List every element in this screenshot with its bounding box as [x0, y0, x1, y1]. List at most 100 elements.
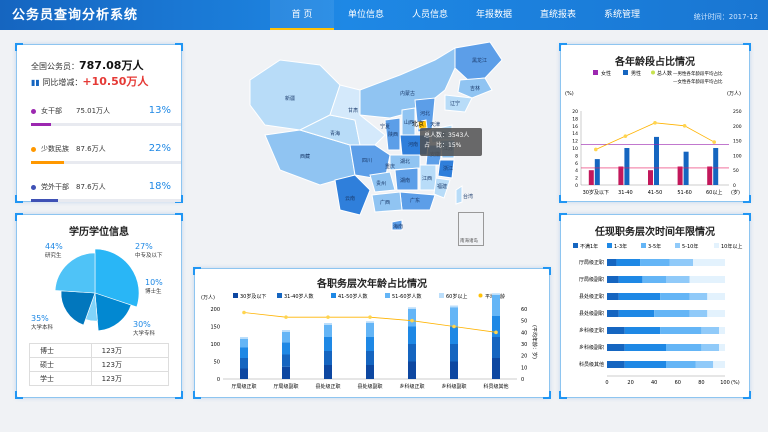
map-label: 台湾: [463, 193, 473, 200]
summary-item-value: 75.01万人: [76, 107, 111, 115]
tooltip-count: 总人数：3543人: [424, 132, 470, 139]
tenure-segment: [607, 293, 619, 300]
stack-segment: [366, 321, 374, 323]
avg-age-point: [326, 315, 330, 319]
legend-label: 10年以上: [721, 243, 742, 250]
y-right-label: (万人): [727, 91, 741, 97]
y-left-label: (万人): [201, 295, 215, 301]
y-left-tick: 6: [575, 161, 578, 167]
nav-personnel[interactable]: 人员信息: [398, 0, 462, 30]
stack-segment: [408, 361, 416, 379]
tenure-segment: [618, 310, 655, 317]
tenure-segment: [624, 361, 666, 368]
tenure-segment: [607, 361, 625, 368]
age-chart-svg: 女性 男性 总人数 —男性各年龄段平均占比—女性各年龄段平均占比(%) (万人)0246…: [565, 70, 742, 196]
map-label: 福建: [437, 183, 447, 190]
avg-age-point: [368, 315, 372, 319]
pie-percent: 27%: [135, 242, 153, 251]
summary-item-percent: 13%: [148, 105, 171, 116]
education-title: 学历学位信息: [69, 227, 129, 238]
nav-reports[interactable]: 直统报表: [526, 0, 590, 30]
y-right-tick: 50: [733, 168, 739, 174]
legend-total-swatch: [651, 70, 655, 75]
y-left-tick: 150: [210, 325, 220, 331]
map-label: 吉林: [470, 85, 480, 92]
x-tick: 41-50: [648, 190, 663, 196]
nav-units[interactable]: 单位信息: [334, 0, 398, 30]
tenure-segment: [660, 293, 690, 300]
y-left-tick: 200: [210, 307, 220, 313]
stack-segment: [324, 337, 332, 351]
app-title: 公务员查询分析系统: [12, 8, 139, 23]
stack-segment: [492, 295, 500, 316]
y-left-tick: 50: [214, 360, 220, 366]
growth-label: 同比增减：: [42, 78, 83, 87]
map-label: 浙江: [443, 165, 453, 172]
summary-item-bar: [31, 161, 64, 164]
summary-item-percent: 18%: [148, 181, 171, 192]
nav-annual-data[interactable]: 年报数据: [462, 0, 526, 30]
y-right-label: (平均年龄：岁): [531, 325, 538, 359]
stack-segment: [240, 368, 248, 379]
stack-segment: [366, 323, 374, 337]
bar-female: [707, 166, 713, 185]
stack-segment: [240, 347, 248, 358]
nav-home[interactable]: 首 页: [270, 0, 334, 30]
tenure-segment: [618, 293, 661, 300]
china-map[interactable]: 黑龙江吉林辽宁内蒙古新疆西藏青海甘肃宁夏陕西山西河北山东河南四川重庆湖北湖南江西…: [240, 40, 510, 260]
app-header: 公务员查询分析系统 首 页 单位信息 人员信息 年报数据 直统报表 系统管理 统…: [0, 0, 768, 30]
tenure-segment: [624, 327, 661, 334]
summary-item-value: 87.6万人: [76, 145, 106, 153]
stat-time: 统计时间：2017-12: [693, 13, 758, 21]
y-right-tick: 30: [521, 342, 527, 348]
stack-segment: [492, 293, 500, 295]
summary-item: 女干部 75.01万人 13%: [31, 105, 181, 135]
y-left-tick: 2: [575, 176, 578, 182]
map-label: 云南: [345, 195, 355, 202]
legend-label: 41-50岁人数: [338, 293, 368, 300]
region-taiwan: [455, 185, 463, 205]
map-label: 广东: [410, 197, 420, 204]
degree-row: 学士 123万: [29, 371, 170, 386]
summary-item: 少数民族 87.6万人 22%: [31, 143, 181, 173]
tenure-segment: [654, 310, 690, 317]
legend-swatch: [478, 293, 483, 298]
avg-age-point: [452, 324, 456, 329]
y-right-tick: 200: [733, 124, 742, 130]
degree-cell: 123万: [90, 371, 170, 386]
tenure-title: 任现职务层次时间年限情况: [595, 227, 715, 238]
y-right-tick: 100: [733, 153, 742, 159]
bar-female: [648, 170, 653, 185]
legend-male-swatch: [623, 70, 628, 75]
legend-label: 60岁以上: [446, 293, 467, 300]
nav-system[interactable]: 系统管理: [590, 0, 654, 30]
bar-female: [677, 166, 683, 185]
x-tick: 科员级其他: [483, 383, 508, 390]
x-tick: 县处级副职: [357, 383, 382, 390]
tenure-segment: [689, 310, 708, 317]
avg-age-point: [410, 318, 414, 323]
stack-segment: [282, 330, 290, 332]
tenure-segment: [713, 361, 725, 368]
growth-value: +10.50万人: [82, 75, 149, 88]
tenure-segment: [618, 276, 643, 283]
tenure-segment: [666, 276, 690, 283]
map-label: 四川: [362, 158, 372, 164]
stack-segment: [324, 365, 332, 379]
y-right-tick: 0: [521, 377, 524, 383]
stack-segment: [408, 344, 416, 362]
bar-male: [713, 148, 719, 185]
legend-total: 总人数: [657, 70, 672, 77]
legend-label: 31-40岁人数: [284, 293, 314, 300]
stack-segment: [282, 342, 290, 355]
stack-segment: [282, 331, 290, 343]
legend-label: 30岁及以下: [240, 293, 266, 300]
tenure-segment: [616, 259, 641, 266]
y-tick: 厅局级正职: [579, 259, 604, 266]
stack-segment: [240, 358, 248, 369]
total-point: [653, 121, 657, 125]
x-unit: (%): [731, 380, 740, 386]
x-tick: 厅局级副职: [273, 383, 298, 390]
summary-item-track: [31, 123, 181, 126]
map-label: 天津: [430, 121, 440, 128]
